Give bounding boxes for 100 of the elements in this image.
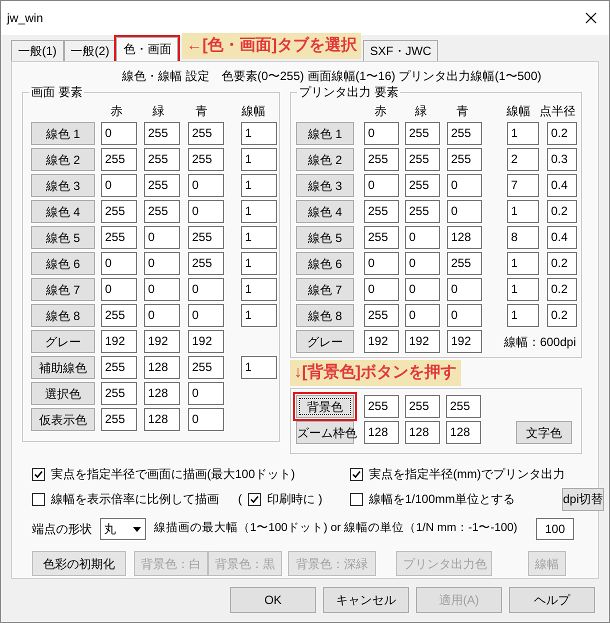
number-field[interactable]: 0	[447, 200, 482, 223]
tab[interactable]: 一般(2)	[64, 40, 116, 61]
number-field[interactable]: 1	[241, 252, 277, 275]
number-field[interactable]: 0	[144, 226, 180, 249]
number-field[interactable]: 128	[144, 356, 180, 379]
number-field[interactable]: 255	[188, 122, 224, 145]
tab[interactable]: SXF・JWC	[363, 40, 438, 61]
color-button[interactable]: 線色 2	[296, 148, 354, 171]
number-field[interactable]: 0.2	[547, 122, 577, 145]
number-field[interactable]: 1	[507, 252, 539, 275]
color-button[interactable]: 線色 6	[31, 252, 95, 275]
tab[interactable]: 色・画面	[116, 37, 178, 61]
number-field[interactable]: 128	[144, 408, 180, 431]
number-field[interactable]: 0	[405, 304, 440, 327]
number-field[interactable]: 255	[101, 382, 137, 405]
color-button[interactable]: 選択色	[31, 382, 95, 405]
number-field[interactable]: 255	[188, 356, 224, 379]
number-field[interactable]: 0	[405, 252, 440, 275]
color-button[interactable]: 線色 3	[31, 174, 95, 197]
number-field[interactable]: 255	[101, 408, 137, 431]
number-field[interactable]: 128	[144, 382, 180, 405]
number-field[interactable]: 255	[101, 200, 137, 223]
color-button[interactable]: 線色 5	[31, 226, 95, 249]
checkbox[interactable]	[32, 468, 45, 480]
number-field[interactable]: 255	[405, 148, 440, 171]
number-field[interactable]: 0	[364, 122, 399, 145]
dialog-button[interactable]: ヘルプ	[509, 587, 595, 613]
number-field[interactable]: 255	[101, 226, 137, 249]
number-field[interactable]: 0	[144, 278, 180, 301]
number-field[interactable]: 1	[241, 278, 277, 301]
number-field[interactable]: 0	[144, 304, 180, 327]
number-field[interactable]: 0	[188, 304, 224, 327]
number-field[interactable]: 0	[364, 252, 399, 275]
number-field[interactable]: 0	[188, 408, 224, 431]
number-field[interactable]: 192	[364, 330, 399, 353]
color-button[interactable]: 線色 8	[296, 304, 354, 327]
number-field[interactable]: 255	[144, 122, 180, 145]
color-button[interactable]: 線色 1	[31, 122, 95, 145]
number-field[interactable]: 0	[188, 382, 224, 405]
color-button[interactable]: 線色 8	[31, 304, 95, 327]
color-button[interactable]: グレー	[31, 330, 95, 353]
number-field[interactable]: 255	[364, 148, 399, 171]
text-color-button[interactable]: 文字色	[516, 421, 572, 444]
number-field[interactable]: 255	[188, 226, 224, 249]
color-button[interactable]: 線色 7	[31, 278, 95, 301]
number-field[interactable]: 0	[101, 252, 137, 275]
number-field[interactable]: 0	[447, 278, 482, 301]
number-field[interactable]: 8	[507, 226, 539, 249]
number-field[interactable]: 192	[188, 330, 224, 353]
number-field[interactable]: 1	[241, 122, 277, 145]
number-field[interactable]: 255	[405, 395, 440, 418]
number-field[interactable]: 255	[364, 200, 399, 223]
max-width-field[interactable]: 100	[536, 518, 574, 540]
number-field[interactable]: 192	[101, 330, 137, 353]
number-field[interactable]: 0	[101, 174, 137, 197]
number-field[interactable]: 0	[188, 174, 224, 197]
number-field[interactable]: 255	[144, 200, 180, 223]
number-field[interactable]: 255	[405, 122, 440, 145]
number-field[interactable]: 255	[364, 304, 399, 327]
number-field[interactable]: 0	[447, 304, 482, 327]
color-button[interactable]: 線色 1	[296, 122, 354, 145]
number-field[interactable]: 255	[144, 148, 180, 171]
number-field[interactable]: 255	[446, 395, 481, 418]
color-button[interactable]: 線色 2	[31, 148, 95, 171]
number-field[interactable]: 255	[101, 148, 137, 171]
number-field[interactable]: 0.4	[547, 174, 577, 197]
number-field[interactable]: 0.2	[547, 278, 577, 301]
number-field[interactable]: 1	[241, 148, 277, 171]
number-field[interactable]: 255	[101, 304, 137, 327]
action-button[interactable]: 色彩の初期化	[32, 551, 126, 576]
number-field[interactable]: 255	[188, 252, 224, 275]
checkbox[interactable]	[350, 468, 363, 480]
dialog-button[interactable]: キャンセル	[323, 587, 409, 613]
number-field[interactable]: 0	[188, 200, 224, 223]
number-field[interactable]: 0.4	[547, 226, 577, 249]
endpoint-select[interactable]: 丸	[100, 518, 146, 540]
number-field[interactable]: 255	[188, 148, 224, 171]
number-field[interactable]: 255	[405, 200, 440, 223]
number-field[interactable]: 255	[405, 174, 440, 197]
color-button[interactable]: 補助線色	[31, 356, 95, 379]
number-field[interactable]: 0.2	[547, 200, 577, 223]
color-button[interactable]: 背景色	[296, 395, 354, 418]
dpi-button[interactable]: dpi切替	[562, 488, 604, 510]
number-field[interactable]: 128	[447, 226, 482, 249]
number-field[interactable]: 255	[144, 174, 180, 197]
checkbox[interactable]	[350, 492, 363, 506]
number-field[interactable]: 1	[241, 356, 277, 379]
number-field[interactable]: 0.2	[547, 252, 577, 275]
number-field[interactable]: 0	[447, 174, 482, 197]
number-field[interactable]: 0	[364, 278, 399, 301]
number-field[interactable]: 255	[447, 122, 482, 145]
number-field[interactable]: 128	[405, 421, 440, 444]
number-field[interactable]: 1	[241, 226, 277, 249]
number-field[interactable]: 0	[405, 278, 440, 301]
color-button[interactable]: 仮表示色	[31, 408, 95, 431]
number-field[interactable]: 0	[405, 226, 440, 249]
number-field[interactable]: 0	[364, 174, 399, 197]
number-field[interactable]: 0.2	[547, 304, 577, 327]
color-button[interactable]: 線色 5	[296, 226, 354, 249]
tab[interactable]: 一般(1)	[11, 40, 64, 61]
